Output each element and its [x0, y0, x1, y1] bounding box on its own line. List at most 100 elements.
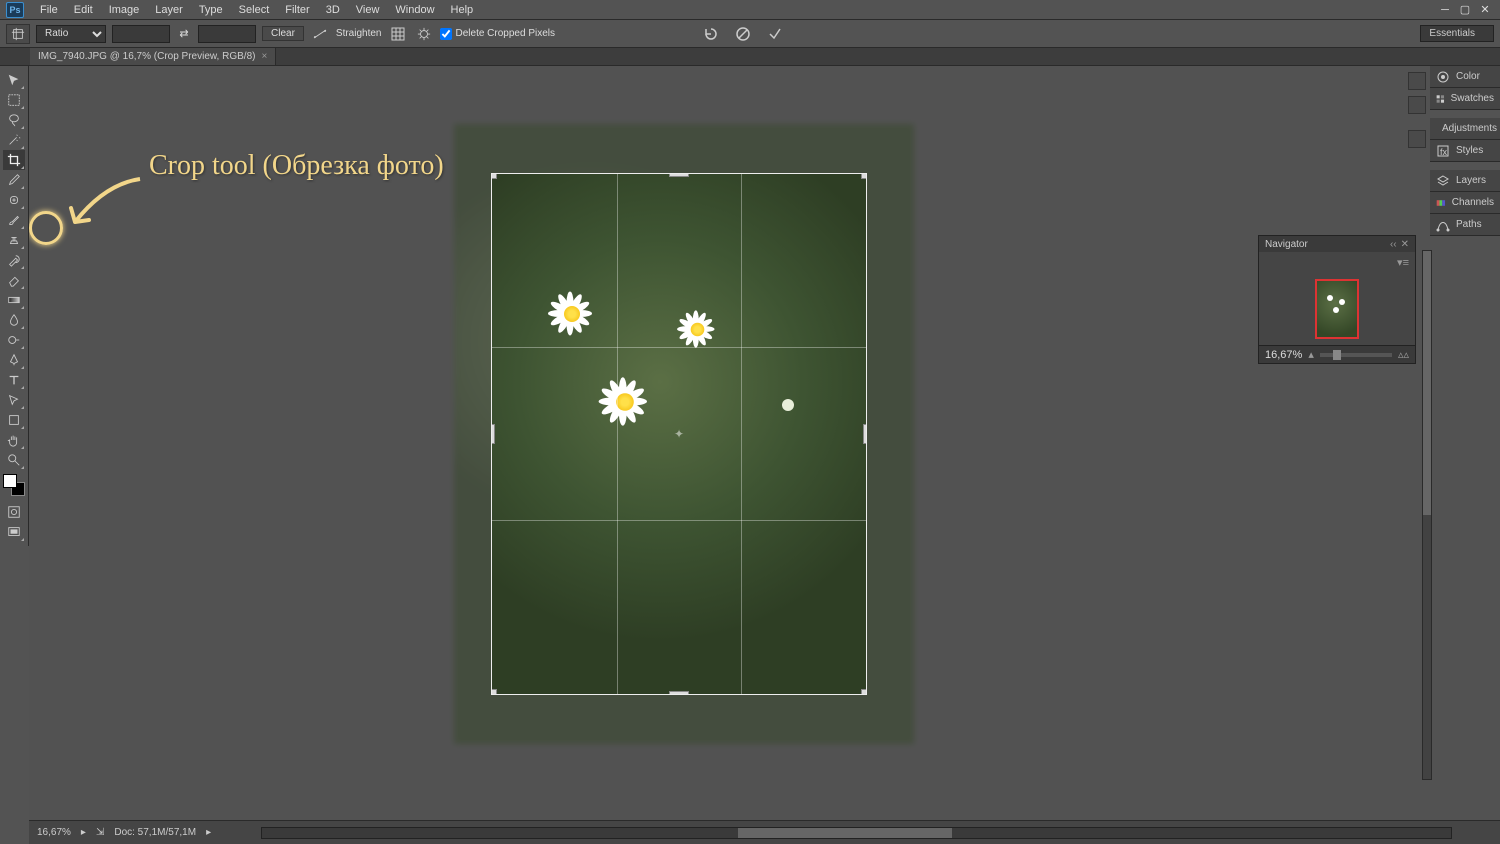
- delete-cropped-label: Delete Cropped Pixels: [456, 28, 556, 39]
- clear-button[interactable]: Clear: [262, 26, 304, 41]
- crop-box[interactable]: ✦: [491, 173, 867, 695]
- status-zoom[interactable]: 16,67%: [37, 827, 71, 838]
- status-doc-info[interactable]: Doc: 57,1M/57,1M: [114, 827, 196, 838]
- crop-handle-w[interactable]: [491, 424, 495, 444]
- dock-icon[interactable]: [1408, 96, 1426, 114]
- overlay-options-icon[interactable]: [388, 24, 408, 44]
- history-brush-tool[interactable]: [3, 250, 25, 270]
- menu-file[interactable]: File: [32, 2, 66, 18]
- swap-dimensions-icon[interactable]: ⇄: [176, 26, 192, 42]
- panel-paths[interactable]: Paths: [1430, 214, 1500, 236]
- zoom-in-icon[interactable]: ▵▵: [1398, 348, 1409, 361]
- reset-crop-icon[interactable]: [701, 24, 721, 44]
- panel-layers[interactable]: Layers: [1430, 170, 1500, 192]
- path-select-tool[interactable]: [3, 390, 25, 410]
- cancel-crop-icon[interactable]: [733, 24, 753, 44]
- horizontal-scrollbar[interactable]: [261, 827, 1452, 839]
- status-icon[interactable]: ⇲: [96, 827, 104, 838]
- screen-mode-toggle[interactable]: [3, 522, 25, 542]
- window-minimize-icon[interactable]: ─: [1436, 3, 1454, 17]
- panel-channels[interactable]: Channels: [1430, 192, 1500, 214]
- scrollbar-thumb[interactable]: [738, 828, 952, 838]
- eyedropper-tool[interactable]: [3, 170, 25, 190]
- window-maximize-icon[interactable]: ▢: [1456, 3, 1474, 17]
- document-tab[interactable]: IMG_7940.JPG @ 16,7% (Crop Preview, RGB/…: [30, 48, 276, 65]
- healing-brush-tool[interactable]: [3, 190, 25, 210]
- panel-color[interactable]: Color: [1430, 66, 1500, 88]
- crop-handle-s[interactable]: [669, 691, 689, 695]
- status-chevron-icon[interactable]: ▸: [206, 827, 211, 838]
- color-icon: [1436, 70, 1450, 84]
- gradient-tool[interactable]: [3, 290, 25, 310]
- navigator-close-icon[interactable]: ✕: [1401, 239, 1409, 250]
- menu-filter[interactable]: Filter: [277, 2, 317, 18]
- crop-handle-ne[interactable]: [861, 173, 867, 179]
- crop-width-input[interactable]: [112, 25, 170, 43]
- straighten-icon[interactable]: [310, 24, 330, 44]
- navigator-menu-icon[interactable]: ▾≡: [1397, 257, 1409, 269]
- eraser-tool[interactable]: [3, 270, 25, 290]
- workspace-switcher[interactable]: Essentials: [1420, 25, 1494, 42]
- color-swatches[interactable]: [3, 474, 25, 496]
- move-tool[interactable]: [3, 70, 25, 90]
- panel-adjustments[interactable]: Adjustments: [1430, 118, 1500, 140]
- crop-options-gear-icon[interactable]: [414, 24, 434, 44]
- dodge-tool[interactable]: [3, 330, 25, 350]
- dock-icon[interactable]: [1408, 72, 1426, 90]
- crop-height-input[interactable]: [198, 25, 256, 43]
- menu-edit[interactable]: Edit: [66, 2, 101, 18]
- document-tab-close-icon[interactable]: ×: [261, 51, 267, 62]
- navigator-titlebar[interactable]: Navigator ‹‹ ✕: [1259, 236, 1415, 252]
- menu-type[interactable]: Type: [191, 2, 231, 18]
- delete-cropped-input[interactable]: [440, 28, 452, 40]
- zoom-slider-track[interactable]: [1320, 353, 1392, 357]
- zoom-tool[interactable]: [3, 450, 25, 470]
- shape-tool[interactable]: [3, 410, 25, 430]
- menu-help[interactable]: Help: [443, 2, 482, 18]
- quick-mask-toggle[interactable]: [3, 502, 25, 522]
- crop-handle-se[interactable]: [861, 689, 867, 695]
- crop-handle-sw[interactable]: [491, 689, 497, 695]
- menu-layer[interactable]: Layer: [147, 2, 191, 18]
- options-bar: Ratio ⇄ Clear Straighten Delete Cropped …: [0, 20, 1500, 48]
- crop-ratio-select[interactable]: Ratio: [36, 25, 106, 43]
- clone-stamp-tool[interactable]: [3, 230, 25, 250]
- navigator-thumbnail[interactable]: [1315, 279, 1359, 339]
- panel-scrollbar[interactable]: [1422, 250, 1432, 780]
- delete-cropped-checkbox[interactable]: Delete Cropped Pixels: [440, 28, 556, 40]
- blur-tool[interactable]: [3, 310, 25, 330]
- navigator-title-label: Navigator: [1265, 239, 1308, 250]
- menu-3d[interactable]: 3D: [318, 2, 348, 18]
- layers-icon: [1436, 174, 1450, 188]
- menu-select[interactable]: Select: [231, 2, 278, 18]
- navigator-collapse-icon[interactable]: ‹‹: [1390, 239, 1397, 250]
- tool-preset-picker[interactable]: [6, 24, 30, 44]
- menu-view[interactable]: View: [348, 2, 388, 18]
- crop-handle-nw[interactable]: [491, 173, 497, 179]
- lasso-tool[interactable]: [3, 110, 25, 130]
- commit-crop-icon[interactable]: [765, 24, 785, 44]
- status-icon[interactable]: ▸: [81, 827, 86, 838]
- dock-icon[interactable]: [1408, 130, 1426, 148]
- zoom-slider-thumb[interactable]: [1333, 350, 1341, 360]
- menu-image[interactable]: Image: [101, 2, 148, 18]
- window-close-icon[interactable]: ✕: [1476, 3, 1494, 17]
- marquee-tool[interactable]: [3, 90, 25, 110]
- navigator-panel[interactable]: Navigator ‹‹ ✕ ▾≡ 16,67% ▴ ▵▵: [1258, 235, 1416, 364]
- foreground-color-swatch[interactable]: [3, 474, 17, 488]
- zoom-out-icon[interactable]: ▴: [1308, 348, 1314, 361]
- panel-styles[interactable]: fx Styles: [1430, 140, 1500, 162]
- crop-tool[interactable]: [3, 150, 25, 170]
- pen-tool[interactable]: [3, 350, 25, 370]
- magic-wand-tool[interactable]: [3, 130, 25, 150]
- hand-tool[interactable]: [3, 430, 25, 450]
- menu-window[interactable]: Window: [387, 2, 442, 18]
- crop-handle-n[interactable]: [669, 173, 689, 177]
- scrollbar-thumb[interactable]: [1423, 251, 1431, 515]
- brush-tool[interactable]: [3, 210, 25, 230]
- canvas-area[interactable]: ✦ Crop tool (Обрезка фото): [29, 66, 1500, 820]
- crop-handle-e[interactable]: [863, 424, 867, 444]
- panel-swatches[interactable]: Swatches: [1430, 88, 1500, 110]
- svg-text:fx: fx: [1440, 147, 1448, 157]
- type-tool[interactable]: [3, 370, 25, 390]
